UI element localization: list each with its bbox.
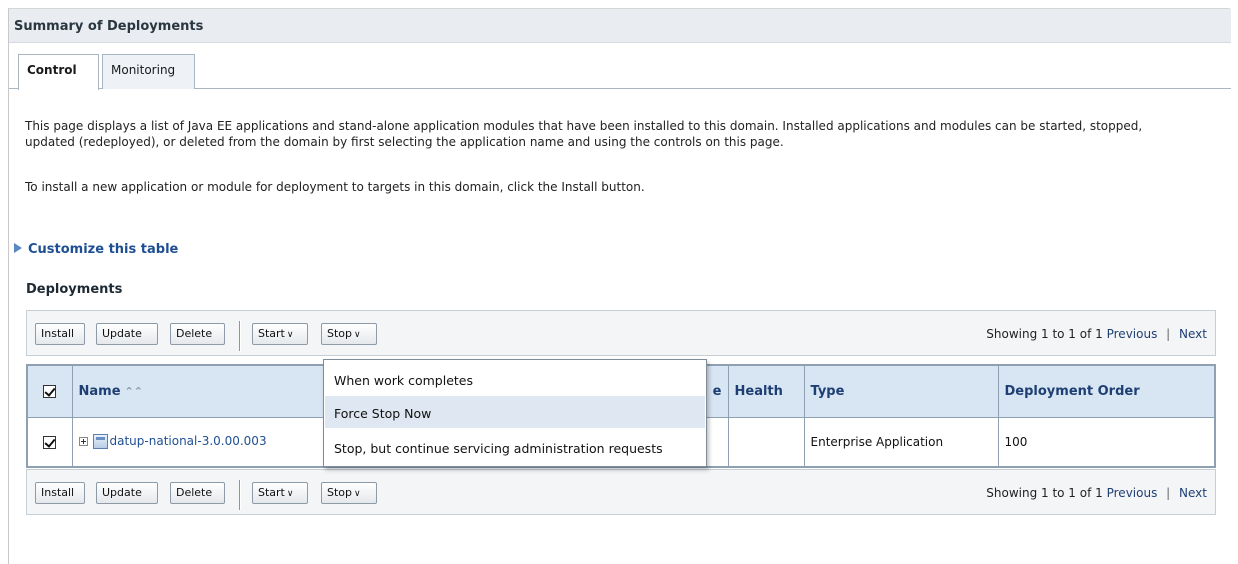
toolbar-separator bbox=[239, 321, 241, 351]
deployments-heading: Deployments bbox=[26, 282, 123, 297]
double-chevron-up-icon[interactable]: ⌃⌃ bbox=[125, 385, 143, 398]
column-header-deployment-order[interactable]: Deployment Order bbox=[997, 364, 1216, 418]
type-cell: Enterprise Application bbox=[803, 416, 999, 468]
tab-monitoring[interactable]: Monitoring bbox=[102, 54, 195, 89]
plus-box-icon[interactable] bbox=[78, 437, 88, 447]
toolbar-top: Install Update Delete Start ∨ Stop ∨ Showi… bbox=[26, 310, 1216, 356]
delete-button[interactable]: Delete bbox=[170, 482, 225, 504]
header-bar: Summary of Deployments bbox=[9, 9, 1231, 43]
chevron-down-icon: ∨ bbox=[286, 489, 294, 499]
chevron-down-icon: ∨ bbox=[286, 330, 294, 340]
chevron-down-icon: ∨ bbox=[354, 330, 361, 340]
state-header-fragment: e bbox=[712, 383, 722, 399]
pager-text: Showing 1 to 1 of 1 bbox=[986, 486, 1103, 500]
next-link[interactable]: Next bbox=[1179, 327, 1207, 341]
delete-button[interactable]: Delete bbox=[170, 323, 225, 345]
menu-item-when-work-completes[interactable]: When work completes bbox=[325, 363, 705, 395]
next-link[interactable]: Next bbox=[1179, 486, 1207, 500]
toolbar-bottom: Install Update Delete Start ∨ Stop ∨ Showi… bbox=[26, 469, 1216, 515]
pager-text: Showing 1 to 1 of 1 bbox=[986, 327, 1103, 341]
health-cell bbox=[727, 416, 805, 468]
select-all-checkbox[interactable] bbox=[43, 384, 57, 398]
start-button[interactable]: Start ∨ bbox=[252, 482, 308, 504]
start-label: Start bbox=[258, 327, 285, 340]
name-header-label: Name bbox=[78, 383, 121, 399]
previous-link[interactable]: Previous bbox=[1107, 327, 1158, 341]
install-instruction: To install a new application or module f… bbox=[25, 180, 645, 194]
deployment-name-link[interactable]: datup-national-3.0.00.003 bbox=[110, 434, 267, 448]
enterprise-app-icon bbox=[92, 434, 108, 450]
row-select-cell[interactable] bbox=[26, 416, 73, 468]
stop-button[interactable]: Stop ∨ bbox=[321, 323, 377, 345]
update-button[interactable]: Update bbox=[96, 323, 158, 345]
select-all-header[interactable] bbox=[26, 364, 73, 418]
deployment-order-cell: 100 bbox=[997, 416, 1216, 468]
customize-table-link[interactable]: Customize this table bbox=[14, 242, 178, 257]
menu-item-force-stop-now[interactable]: Force Stop Now bbox=[325, 396, 705, 428]
pager-separator: | bbox=[1166, 486, 1171, 500]
menu-item-stop-continue-admin[interactable]: Stop, but continue servicing administrat… bbox=[325, 431, 705, 463]
start-label: Start bbox=[258, 486, 285, 499]
stop-button[interactable]: Stop ∨ bbox=[321, 482, 377, 504]
description-paragraph: This page displays a list of Java EE app… bbox=[25, 119, 1143, 149]
update-button[interactable]: Update bbox=[96, 482, 158, 504]
start-button[interactable]: Start ∨ bbox=[252, 323, 308, 345]
customize-table-label: Customize this table bbox=[28, 242, 179, 257]
pager: Showing 1 to 1 of 1 Previous | Next bbox=[986, 327, 1207, 341]
install-button[interactable]: Install bbox=[35, 482, 85, 504]
triangle-right-icon bbox=[14, 243, 22, 253]
stop-label: Stop bbox=[327, 486, 353, 499]
tab-strip: Control Monitoring bbox=[9, 43, 1231, 90]
stop-label: Stop bbox=[327, 327, 353, 340]
stop-dropdown-menu: When work completes Force Stop Now Stop,… bbox=[323, 359, 707, 467]
column-header-type[interactable]: Type bbox=[803, 364, 999, 418]
pager-separator: | bbox=[1166, 327, 1171, 341]
pager: Showing 1 to 1 of 1 Previous | Next bbox=[986, 486, 1207, 500]
toolbar-separator bbox=[239, 480, 241, 510]
previous-link[interactable]: Previous bbox=[1107, 486, 1158, 500]
tab-control[interactable]: Control bbox=[18, 54, 99, 90]
chevron-down-icon: ∨ bbox=[354, 489, 361, 499]
column-header-health[interactable]: Health bbox=[727, 364, 805, 418]
install-button[interactable]: Install bbox=[35, 323, 85, 345]
row-checkbox[interactable] bbox=[43, 435, 57, 449]
page-title: Summary of Deployments bbox=[14, 19, 204, 34]
